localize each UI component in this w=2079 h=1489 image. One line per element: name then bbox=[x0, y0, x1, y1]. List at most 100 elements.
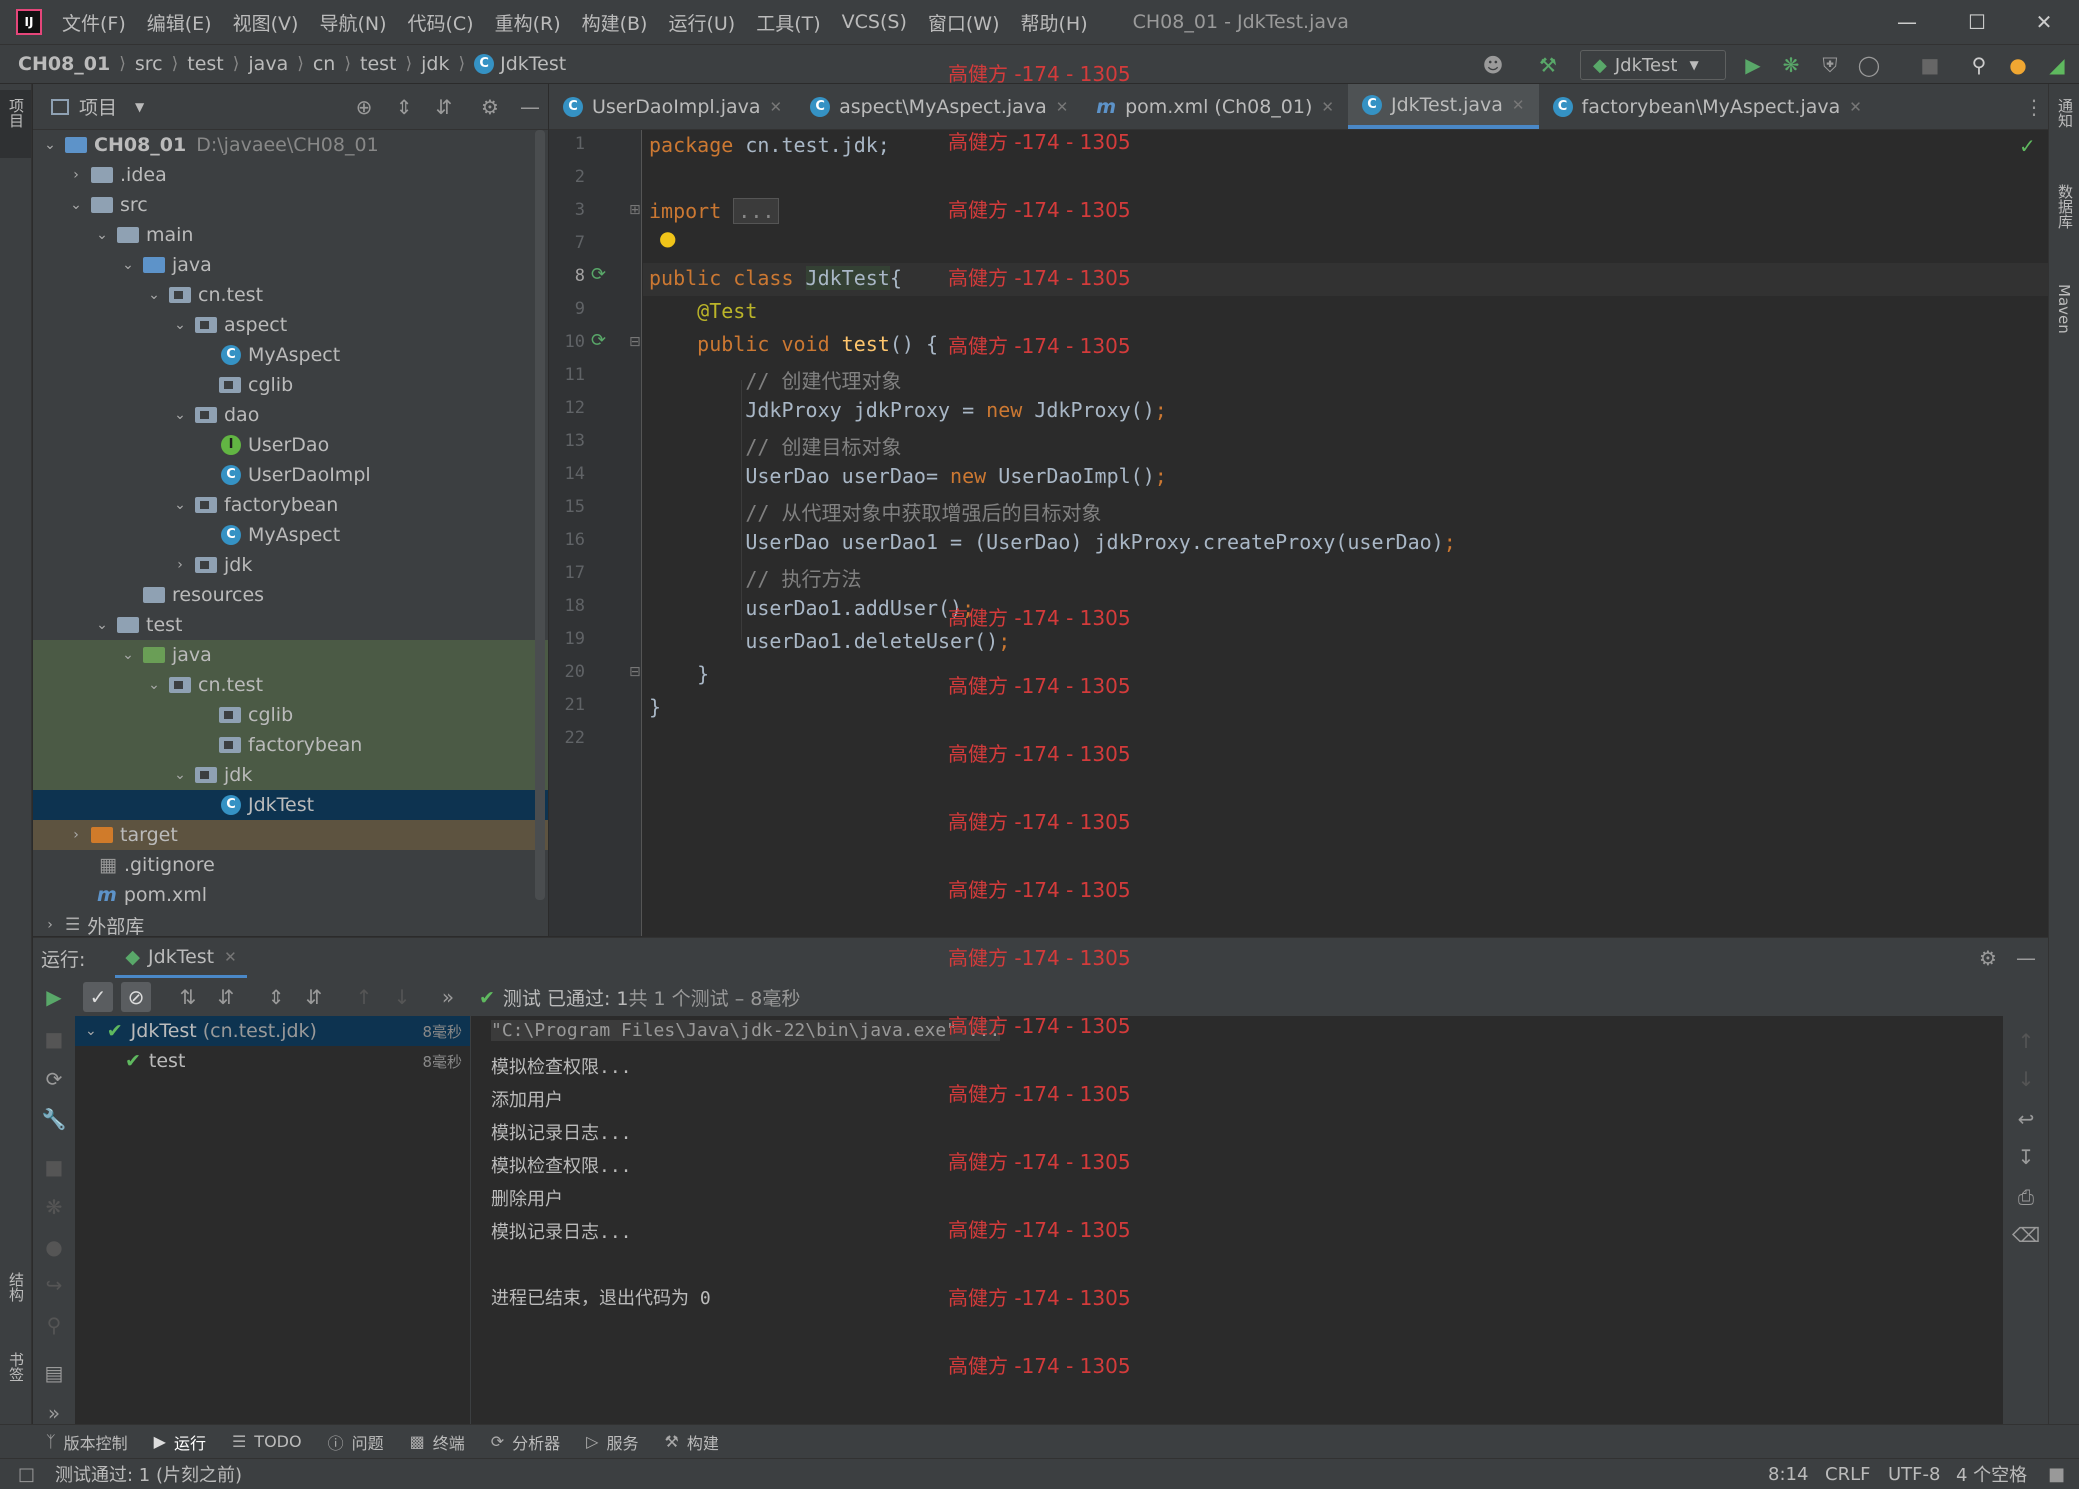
tree-item-test-java[interactable]: ⌄ java bbox=[33, 640, 548, 670]
tree-item-aspect[interactable]: ⌄ aspect bbox=[33, 310, 548, 340]
structure-tool-label[interactable]: 结构 bbox=[6, 1272, 27, 1302]
user-icon[interactable]: ☻ bbox=[1478, 50, 1508, 80]
maximize-icon[interactable]: ☐ bbox=[1942, 0, 2012, 44]
breadcrumb-jdk[interactable]: jdk bbox=[421, 53, 449, 75]
caret-position[interactable]: 8:14 bbox=[1768, 1464, 1808, 1485]
gear-icon[interactable]: ⚙ bbox=[475, 92, 505, 122]
close-icon[interactable]: ✕ bbox=[770, 98, 783, 116]
breadcrumb-project[interactable]: CH08_01 bbox=[18, 53, 110, 75]
profiler-icon[interactable]: ◯ bbox=[1854, 50, 1884, 80]
scrollbar[interactable] bbox=[535, 130, 545, 900]
tree-item-userdaoimpl[interactable]: C UserDaoImpl bbox=[33, 460, 548, 490]
more-tabs-icon[interactable]: ⋮ bbox=[2019, 92, 2049, 122]
close-icon[interactable]: ✕ bbox=[2009, 0, 2079, 44]
collapse-all-icon[interactable]: ⇵ bbox=[299, 982, 329, 1012]
rerun-failed-icon[interactable]: ⟳ bbox=[39, 1064, 69, 1094]
hide-panel-icon[interactable]: — bbox=[515, 92, 545, 122]
search-icon[interactable]: ⚲ bbox=[39, 1310, 69, 1340]
tool-tab-todo[interactable]: ☰ TODO bbox=[232, 1432, 302, 1451]
tab-pom[interactable]: m pom.xml (Ch08_01) ✕ bbox=[1082, 84, 1348, 129]
fold-icon[interactable]: ⊟ bbox=[629, 334, 641, 350]
layout-toggle-icon[interactable]: □ bbox=[18, 1464, 35, 1485]
stop-icon[interactable]: ■ bbox=[39, 1152, 69, 1182]
tool-tab-vcs[interactable]: ᛉ 版本控制 bbox=[46, 1430, 128, 1454]
tool-tab-problems[interactable]: ⓘ 问题 bbox=[328, 1430, 384, 1454]
locate-icon[interactable]: ⊕ bbox=[349, 92, 379, 122]
tab-factorybean-myaspect[interactable]: Cfactorybean\MyAspect.java ✕ bbox=[1539, 84, 1876, 129]
breadcrumb-test-pkg[interactable]: test bbox=[360, 53, 397, 75]
previous-icon[interactable]: ↑ bbox=[349, 982, 379, 1012]
arrow-down-icon[interactable]: ↓ bbox=[2011, 1064, 2041, 1094]
show-ignored-icon[interactable]: ⊘ bbox=[121, 982, 151, 1012]
tool-tab-services[interactable]: ▷ 服务 bbox=[586, 1430, 638, 1454]
debug-icon[interactable]: ❋ bbox=[1776, 50, 1806, 80]
tree-item-idea[interactable]: › .idea bbox=[33, 160, 548, 190]
tree-item-main[interactable]: ⌄ main bbox=[33, 220, 548, 250]
tab-aspect-myaspect[interactable]: Caspect\MyAspect.java ✕ bbox=[796, 84, 1082, 129]
close-icon[interactable]: ✕ bbox=[1321, 98, 1334, 116]
fold-icon[interactable]: ⊞ bbox=[629, 202, 641, 218]
expand-all-icon[interactable]: ⇕ bbox=[261, 982, 291, 1012]
fold-icon[interactable]: ⊟ bbox=[629, 664, 641, 680]
breadcrumb-jdktest[interactable]: JdkTest bbox=[500, 53, 566, 75]
plugin-icon[interactable]: ◢ bbox=[2042, 50, 2072, 80]
status-message[interactable]: 测试通过: 1 (片刻之前) bbox=[55, 1461, 242, 1487]
close-icon[interactable]: ✕ bbox=[1512, 96, 1525, 114]
tree-item-dao[interactable]: ⌄ dao bbox=[33, 400, 548, 430]
menu-help[interactable]: 帮助(H) bbox=[1021, 9, 1088, 36]
tree-item-jdktest[interactable]: C JdkTest bbox=[33, 790, 548, 820]
wrench-icon[interactable]: 🔧 bbox=[39, 1104, 69, 1134]
project-tool-button[interactable]: 项目 bbox=[0, 90, 31, 158]
debug-icon[interactable]: ❋ bbox=[39, 1192, 69, 1222]
tool-tab-run[interactable]: ▶ 运行 bbox=[154, 1430, 206, 1454]
tool-tab-profiler[interactable]: ⟳ 分析器 bbox=[491, 1430, 560, 1454]
sort-alpha-icon[interactable]: ⇅ bbox=[173, 982, 203, 1012]
line-separator[interactable]: CRLF bbox=[1825, 1464, 1870, 1485]
close-icon[interactable]: ✕ bbox=[1056, 98, 1069, 116]
camera-icon[interactable]: ● bbox=[39, 1232, 69, 1262]
tool-tab-terminal[interactable]: ▩ 终端 bbox=[410, 1430, 465, 1454]
tab-userdaoimpl[interactable]: C UserDaoImpl.java ✕ bbox=[549, 84, 796, 129]
test-tree-item-class[interactable]: ⌄ ✔ JdkTest (cn.test.jdk) 8毫秒 bbox=[75, 1016, 470, 1046]
tree-item-resources[interactable]: resources bbox=[33, 580, 548, 610]
tool-tab-build[interactable]: ⚒ 构建 bbox=[665, 1430, 719, 1454]
tree-item-test-cglib[interactable]: cglib bbox=[33, 700, 548, 730]
breadcrumb-test[interactable]: test bbox=[187, 53, 224, 75]
breadcrumb-cn[interactable]: cn bbox=[313, 53, 336, 75]
breadcrumb-java[interactable]: java bbox=[248, 53, 288, 75]
expand-all-icon[interactable]: ⇕ bbox=[389, 92, 419, 122]
maven-tool-label[interactable]: Maven bbox=[2055, 284, 2073, 334]
next-icon[interactable]: ↓ bbox=[387, 982, 417, 1012]
breadcrumb-src[interactable]: src bbox=[135, 53, 163, 75]
tab-jdktest[interactable]: C JdkTest.java ✕ bbox=[1347, 84, 1539, 129]
tree-item-pom[interactable]: m pom.xml bbox=[33, 880, 548, 910]
project-panel-title[interactable]: 项目 bbox=[79, 93, 117, 120]
menu-vcs[interactable]: VCS(S) bbox=[842, 11, 907, 33]
menu-window[interactable]: 窗口(W) bbox=[928, 9, 1000, 36]
print-icon[interactable]: ⎙ bbox=[2011, 1182, 2041, 1212]
database-tool-label[interactable]: 数据库 bbox=[2055, 184, 2076, 229]
run-tab-jdktest[interactable]: ◆ JdkTest ✕ bbox=[115, 938, 247, 978]
coverage-icon[interactable]: ⛨ bbox=[1815, 50, 1845, 80]
more-icon[interactable]: » bbox=[433, 982, 463, 1012]
arrow-up-icon[interactable]: ↑ bbox=[2011, 1026, 2041, 1056]
console-output[interactable]: "C:\Program Files\Java\jdk-22\bin\java.e… bbox=[471, 1016, 2003, 1425]
tree-item-test-factorybean[interactable]: factorybean bbox=[33, 730, 548, 760]
file-encoding[interactable]: UTF-8 bbox=[1888, 1464, 1940, 1485]
search-icon[interactable]: ⚲ bbox=[1964, 50, 1994, 80]
tree-item-userdao[interactable]: I UserDao bbox=[33, 430, 548, 460]
run-gutter-icon[interactable]: ⟳ bbox=[591, 330, 606, 351]
tree-item-ch08-01[interactable]: ⌄ CH08_01 D:\javaee\CH08_01 bbox=[33, 130, 548, 160]
run-icon[interactable]: ▶ bbox=[1738, 50, 1768, 80]
build-hammer-icon[interactable]: ⚒ bbox=[1533, 50, 1563, 80]
tree-item-src[interactable]: ⌄ src bbox=[33, 190, 548, 220]
sort-duration-icon[interactable]: ⇵ bbox=[211, 982, 241, 1012]
notifications-tool-label[interactable]: 通知 bbox=[2055, 98, 2076, 128]
tree-item-main-java[interactable]: ⌄ java bbox=[33, 250, 548, 280]
tree-item-factorybean-myaspect[interactable]: C MyAspect bbox=[33, 520, 548, 550]
test-tree-item-method[interactable]: ✔ test 8毫秒 bbox=[75, 1046, 470, 1076]
menu-edit[interactable]: 编辑(E) bbox=[147, 9, 212, 36]
gear-icon[interactable]: ⚙ bbox=[1973, 943, 2003, 973]
stop-icon[interactable]: ■ bbox=[1915, 50, 1945, 80]
layout-icon[interactable]: ▤ bbox=[39, 1358, 69, 1388]
